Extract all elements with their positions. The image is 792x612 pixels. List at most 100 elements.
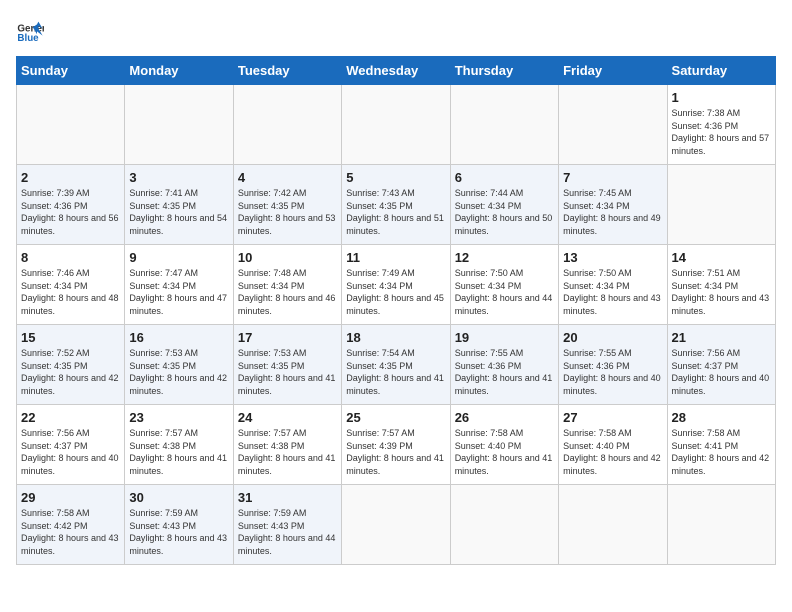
calendar-cell: 25 Sunrise: 7:57 AMSunset: 4:39 PMDaylig… [342,405,450,485]
calendar-cell: 12 Sunrise: 7:50 AMSunset: 4:34 PMDaylig… [450,245,558,325]
cell-info: Sunrise: 7:39 AMSunset: 4:36 PMDaylight:… [21,188,119,236]
empty-cell [450,485,558,565]
day-number: 30 [129,490,228,505]
day-number: 15 [21,330,120,345]
cell-info: Sunrise: 7:59 AMSunset: 4:43 PMDaylight:… [238,508,336,556]
weekday-header: Friday [559,57,667,85]
cell-info: Sunrise: 7:56 AMSunset: 4:37 PMDaylight:… [672,348,770,396]
cell-info: Sunrise: 7:50 AMSunset: 4:34 PMDaylight:… [563,268,661,316]
day-number: 31 [238,490,337,505]
day-number: 10 [238,250,337,265]
calendar-cell: 8 Sunrise: 7:46 AMSunset: 4:34 PMDayligh… [17,245,125,325]
day-number: 18 [346,330,445,345]
calendar-cell: 14 Sunrise: 7:51 AMSunset: 4:34 PMDaylig… [667,245,775,325]
cell-info: Sunrise: 7:58 AMSunset: 4:42 PMDaylight:… [21,508,119,556]
day-number: 26 [455,410,554,425]
day-number: 12 [455,250,554,265]
cell-info: Sunrise: 7:55 AMSunset: 4:36 PMDaylight:… [455,348,553,396]
day-number: 23 [129,410,228,425]
day-number: 22 [21,410,120,425]
calendar-cell: 2 Sunrise: 7:39 AMSunset: 4:36 PMDayligh… [17,165,125,245]
weekday-header: Saturday [667,57,775,85]
calendar-cell: 11 Sunrise: 7:49 AMSunset: 4:34 PMDaylig… [342,245,450,325]
calendar-row: 8 Sunrise: 7:46 AMSunset: 4:34 PMDayligh… [17,245,776,325]
day-number: 16 [129,330,228,345]
day-number: 4 [238,170,337,185]
empty-cell [342,485,450,565]
calendar-cell: 28 Sunrise: 7:58 AMSunset: 4:41 PMDaylig… [667,405,775,485]
cell-info: Sunrise: 7:59 AMSunset: 4:43 PMDaylight:… [129,508,227,556]
calendar-cell: 10 Sunrise: 7:48 AMSunset: 4:34 PMDaylig… [233,245,341,325]
empty-cell [233,85,341,165]
calendar-row: 29 Sunrise: 7:58 AMSunset: 4:42 PMDaylig… [17,485,776,565]
calendar-cell: 17 Sunrise: 7:53 AMSunset: 4:35 PMDaylig… [233,325,341,405]
calendar-cell: 29 Sunrise: 7:58 AMSunset: 4:42 PMDaylig… [17,485,125,565]
day-number: 20 [563,330,662,345]
cell-info: Sunrise: 7:58 AMSunset: 4:40 PMDaylight:… [563,428,661,476]
empty-cell [667,485,775,565]
cell-info: Sunrise: 7:38 AMSunset: 4:36 PMDaylight:… [672,108,770,156]
day-number: 3 [129,170,228,185]
header: General Blue [16,16,776,44]
weekday-header: Thursday [450,57,558,85]
calendar-cell: 22 Sunrise: 7:56 AMSunset: 4:37 PMDaylig… [17,405,125,485]
day-number: 27 [563,410,662,425]
cell-info: Sunrise: 7:45 AMSunset: 4:34 PMDaylight:… [563,188,661,236]
calendar-cell: 1 Sunrise: 7:38 AMSunset: 4:36 PMDayligh… [667,85,775,165]
day-number: 28 [672,410,771,425]
day-number: 8 [21,250,120,265]
cell-info: Sunrise: 7:57 AMSunset: 4:38 PMDaylight:… [129,428,227,476]
logo: General Blue [16,16,44,44]
calendar-cell: 23 Sunrise: 7:57 AMSunset: 4:38 PMDaylig… [125,405,233,485]
day-number: 25 [346,410,445,425]
cell-info: Sunrise: 7:46 AMSunset: 4:34 PMDaylight:… [21,268,119,316]
empty-cell [559,85,667,165]
logo-icon: General Blue [16,16,44,44]
calendar-cell: 16 Sunrise: 7:53 AMSunset: 4:35 PMDaylig… [125,325,233,405]
calendar-cell: 18 Sunrise: 7:54 AMSunset: 4:35 PMDaylig… [342,325,450,405]
weekday-header: Wednesday [342,57,450,85]
cell-info: Sunrise: 7:53 AMSunset: 4:35 PMDaylight:… [129,348,227,396]
calendar-row: 1 Sunrise: 7:38 AMSunset: 4:36 PMDayligh… [17,85,776,165]
calendar-cell: 24 Sunrise: 7:57 AMSunset: 4:38 PMDaylig… [233,405,341,485]
calendar-cell: 9 Sunrise: 7:47 AMSunset: 4:34 PMDayligh… [125,245,233,325]
day-number: 11 [346,250,445,265]
calendar-cell: 7 Sunrise: 7:45 AMSunset: 4:34 PMDayligh… [559,165,667,245]
cell-info: Sunrise: 7:48 AMSunset: 4:34 PMDaylight:… [238,268,336,316]
cell-info: Sunrise: 7:44 AMSunset: 4:34 PMDaylight:… [455,188,553,236]
calendar-cell: 30 Sunrise: 7:59 AMSunset: 4:43 PMDaylig… [125,485,233,565]
cell-info: Sunrise: 7:57 AMSunset: 4:38 PMDaylight:… [238,428,336,476]
calendar-cell: 31 Sunrise: 7:59 AMSunset: 4:43 PMDaylig… [233,485,341,565]
calendar-table: SundayMondayTuesdayWednesdayThursdayFrid… [16,56,776,565]
day-number: 21 [672,330,771,345]
cell-info: Sunrise: 7:41 AMSunset: 4:35 PMDaylight:… [129,188,227,236]
empty-cell [559,485,667,565]
cell-info: Sunrise: 7:58 AMSunset: 4:40 PMDaylight:… [455,428,553,476]
weekday-header: Monday [125,57,233,85]
cell-info: Sunrise: 7:51 AMSunset: 4:34 PMDaylight:… [672,268,770,316]
weekday-header: Tuesday [233,57,341,85]
cell-info: Sunrise: 7:57 AMSunset: 4:39 PMDaylight:… [346,428,444,476]
calendar-cell: 13 Sunrise: 7:50 AMSunset: 4:34 PMDaylig… [559,245,667,325]
empty-cell [667,165,775,245]
day-number: 13 [563,250,662,265]
cell-info: Sunrise: 7:58 AMSunset: 4:41 PMDaylight:… [672,428,770,476]
calendar-row: 22 Sunrise: 7:56 AMSunset: 4:37 PMDaylig… [17,405,776,485]
cell-info: Sunrise: 7:42 AMSunset: 4:35 PMDaylight:… [238,188,336,236]
cell-info: Sunrise: 7:49 AMSunset: 4:34 PMDaylight:… [346,268,444,316]
calendar-cell: 19 Sunrise: 7:55 AMSunset: 4:36 PMDaylig… [450,325,558,405]
day-number: 24 [238,410,337,425]
day-number: 1 [672,90,771,105]
cell-info: Sunrise: 7:56 AMSunset: 4:37 PMDaylight:… [21,428,119,476]
empty-cell [450,85,558,165]
cell-info: Sunrise: 7:50 AMSunset: 4:34 PMDaylight:… [455,268,553,316]
day-number: 29 [21,490,120,505]
day-number: 2 [21,170,120,185]
day-number: 6 [455,170,554,185]
calendar-cell: 27 Sunrise: 7:58 AMSunset: 4:40 PMDaylig… [559,405,667,485]
cell-info: Sunrise: 7:43 AMSunset: 4:35 PMDaylight:… [346,188,444,236]
calendar-cell: 15 Sunrise: 7:52 AMSunset: 4:35 PMDaylig… [17,325,125,405]
day-number: 9 [129,250,228,265]
calendar-cell: 4 Sunrise: 7:42 AMSunset: 4:35 PMDayligh… [233,165,341,245]
calendar-cell: 26 Sunrise: 7:58 AMSunset: 4:40 PMDaylig… [450,405,558,485]
